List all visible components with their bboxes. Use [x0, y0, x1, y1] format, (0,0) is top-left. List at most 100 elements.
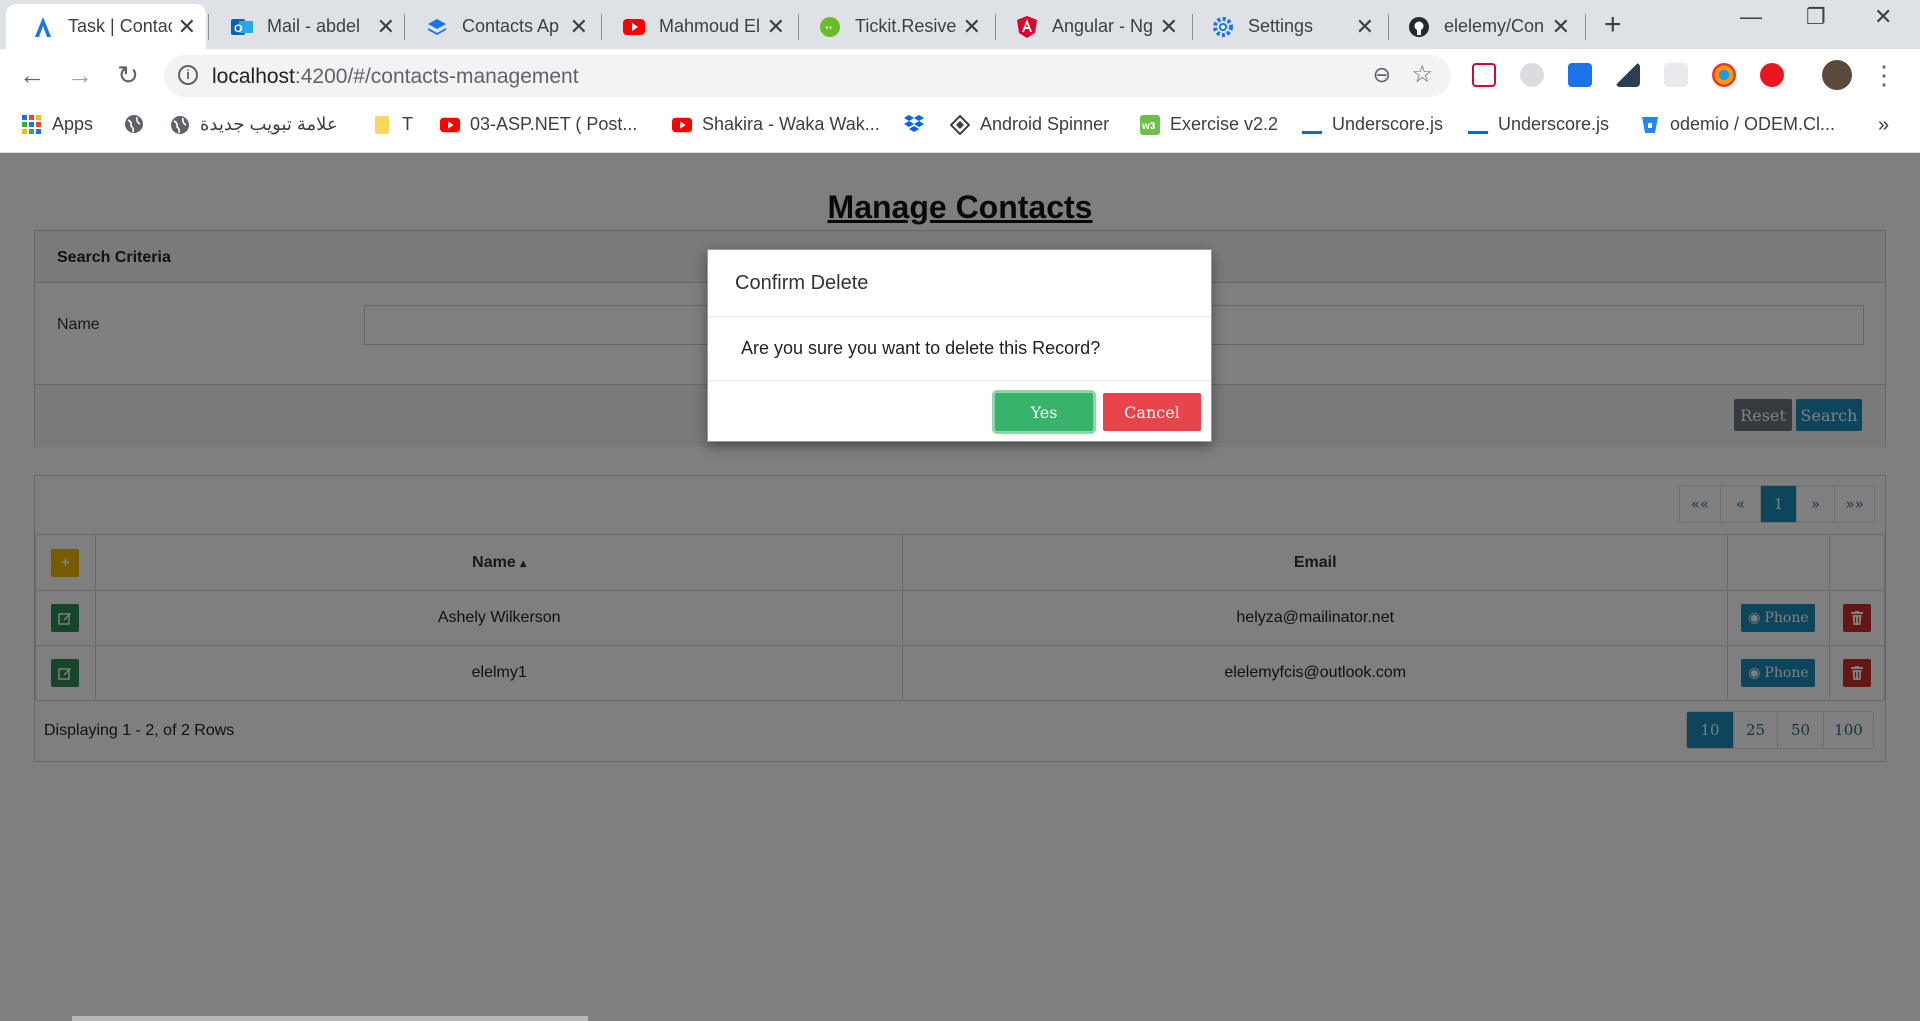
- confirm-delete-dialog: Confirm Delete Are you sure you want to …: [707, 249, 1212, 442]
- close-tab-icon[interactable]: ✕: [767, 14, 785, 40]
- layers-icon: [426, 16, 448, 38]
- dialog-message: Are you sure you want to delete this Rec…: [708, 317, 1211, 381]
- bookmark-dropbox[interactable]: [904, 114, 934, 134]
- address-bar[interactable]: i localhost:4200/#/contacts-management ⊖…: [164, 55, 1451, 97]
- adblock-extension-icon[interactable]: [1760, 63, 1784, 87]
- close-tab-icon[interactable]: ✕: [963, 14, 981, 40]
- bookmark-asp-net[interactable]: 03-ASP.NET ( Post...: [440, 114, 637, 135]
- minimize-icon[interactable]: —: [1740, 4, 1762, 30]
- underscore-icon: [1302, 130, 1322, 134]
- bookmark-label: Underscore.js: [1332, 114, 1444, 134]
- browser-tab-settings[interactable]: Settings ✕: [1186, 4, 1384, 49]
- back-arrow-icon[interactable]: ←: [16, 59, 48, 91]
- cancel-button[interactable]: Cancel: [1103, 393, 1201, 431]
- browser-tab-tickit[interactable]: ∙∙ Tickit.Resive ✕: [793, 4, 991, 49]
- close-tab-icon[interactable]: ✕: [1356, 14, 1374, 40]
- tab-title: Tickit.Resive: [855, 16, 957, 36]
- youtube-icon: [623, 16, 645, 38]
- browser-tab-youtube[interactable]: Mahmoud El ✕: [597, 4, 795, 49]
- grey-extension-icon[interactable]: [1520, 63, 1544, 87]
- browser-tab-angular[interactable]: Angular - Ng ✕: [990, 4, 1188, 49]
- close-tab-icon[interactable]: ✕: [1160, 14, 1178, 40]
- browser-tab-contacts-app[interactable]: Contacts Ap ✕: [400, 4, 598, 49]
- browser-tab-task[interactable]: Task | Contac ✕: [6, 4, 206, 49]
- globe-icon: [171, 115, 189, 134]
- bookmark-android-spinner[interactable]: Android Spinner: [950, 114, 1109, 135]
- tab-title: Mahmoud El: [659, 16, 761, 36]
- svg-text:∙∙: ∙∙: [825, 20, 832, 35]
- github-icon: [1408, 16, 1430, 38]
- close-tab-icon[interactable]: ✕: [377, 14, 395, 40]
- bookmark-label: T: [402, 114, 413, 134]
- outlook-icon: O: [231, 16, 253, 38]
- diamond-icon: [950, 114, 970, 135]
- mcafee-extension-icon[interactable]: [1472, 63, 1496, 87]
- forward-arrow-icon[interactable]: →: [64, 59, 96, 91]
- youtube-icon: [440, 117, 460, 132]
- fi-extension-icon[interactable]: [1568, 63, 1592, 87]
- bookmark-label: Exercise v2.2: [1170, 114, 1279, 134]
- bookmarks-overflow-button[interactable]: »: [1878, 114, 1889, 137]
- apps-grid-icon: [22, 114, 41, 134]
- grid-extension-icon[interactable]: [1664, 63, 1688, 87]
- tab-title: Task | Contac: [68, 16, 172, 36]
- bookmark-label: Underscore.js: [1498, 114, 1610, 134]
- tab-title: Settings: [1248, 16, 1314, 36]
- bookmarks-bar: Apps علامة تبويب جديدة T 03-ASP.NET ( Po…: [0, 104, 1920, 153]
- w3-icon: w3: [1140, 114, 1160, 135]
- yes-button[interactable]: Yes: [995, 393, 1093, 431]
- url-host: localhost: [212, 65, 295, 88]
- bookmark-apps[interactable]: Apps: [22, 114, 93, 135]
- tab-title: Angular - Ng: [1052, 16, 1154, 36]
- browser-toolbar: ← → ↻ i localhost:4200/#/contacts-manage…: [0, 49, 1920, 104]
- eyedropper-extension-icon[interactable]: [1616, 63, 1640, 87]
- horizontal-scrollbar[interactable]: [72, 1016, 588, 1021]
- bookmark-star-icon[interactable]: ☆: [1411, 60, 1433, 89]
- bookmark-exercise[interactable]: w3 Exercise v2.2: [1140, 114, 1278, 135]
- svg-text:O: O: [234, 23, 243, 35]
- menu-kebab-icon[interactable]: ⋮: [1868, 59, 1900, 91]
- bookmark-label: علامة تبويب جديدة: [200, 114, 338, 134]
- note-icon: [375, 115, 389, 134]
- bookmark-new-tab-arabic[interactable]: علامة تبويب جديدة: [170, 114, 338, 135]
- bookmark-label: Android Spinner: [980, 114, 1110, 134]
- bookmark-underscore-2[interactable]: Underscore.js: [1468, 114, 1609, 135]
- bookmark-globe[interactable]: [124, 114, 154, 134]
- close-tab-icon[interactable]: ✕: [178, 14, 196, 40]
- new-tab-icon[interactable]: +: [1604, 8, 1622, 42]
- globe-icon: [125, 115, 143, 133]
- url-path: :4200/#/contacts-management: [294, 65, 579, 88]
- tab-divider: [1585, 14, 1586, 40]
- bookmark-folder-t[interactable]: T: [372, 114, 413, 135]
- bookmark-label: odemio / ODEM.Cl...: [1670, 114, 1836, 134]
- bookmark-shakira[interactable]: Shakira - Waka Wak...: [672, 114, 880, 135]
- zoom-out-icon[interactable]: ⊖: [1373, 62, 1391, 88]
- dialog-title: Confirm Delete: [708, 250, 1211, 317]
- gear-icon: [1212, 16, 1234, 38]
- bitbucket-icon: [1642, 116, 1658, 133]
- angular-cli-favicon-icon: [32, 16, 54, 38]
- underscore-icon: [1468, 130, 1488, 134]
- restore-icon[interactable]: ❐: [1806, 4, 1826, 30]
- angular-icon: [1016, 15, 1038, 38]
- dropbox-icon: [904, 115, 924, 132]
- bookmark-label: Apps: [52, 114, 94, 134]
- browser-tab-strip: Task | Contac ✕ O Mail - abdel ✕ Contact…: [0, 0, 1920, 49]
- reload-icon[interactable]: ↻: [112, 59, 144, 91]
- url-text: localhost:4200/#/contacts-management: [212, 65, 579, 89]
- profile-avatar[interactable]: [1822, 60, 1852, 90]
- tab-title: elelemy/Con: [1444, 16, 1545, 36]
- close-tab-icon[interactable]: ✕: [1552, 14, 1570, 40]
- svg-text:w3: w3: [1141, 121, 1156, 132]
- close-tab-icon[interactable]: ✕: [570, 14, 588, 40]
- site-info-icon[interactable]: i: [178, 65, 198, 85]
- tickit-icon: ∙∙: [819, 16, 841, 38]
- tab-title: Mail - abdel: [267, 16, 361, 36]
- browser-tab-github[interactable]: elelemy/Con ✕: [1382, 4, 1580, 49]
- bookmark-odemio[interactable]: odemio / ODEM.Cl...: [1640, 114, 1835, 135]
- color-picker-extension-icon[interactable]: [1712, 63, 1736, 87]
- window-close-icon[interactable]: ✕: [1874, 4, 1892, 30]
- browser-tab-mail[interactable]: O Mail - abdel ✕: [205, 4, 405, 49]
- youtube-icon: [672, 117, 692, 132]
- bookmark-underscore-1[interactable]: Underscore.js: [1302, 114, 1443, 135]
